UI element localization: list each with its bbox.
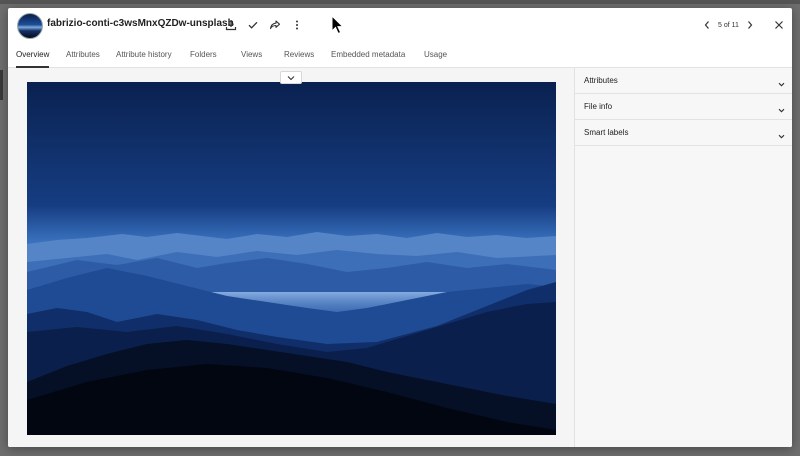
asset-detail-modal: fabrizio-conti-c3wsMnxQZDw-unsplash 5 of… bbox=[8, 8, 792, 447]
checkmark-icon[interactable] bbox=[243, 15, 263, 35]
tab-bar: Overview Attributes Attribute history Fo… bbox=[8, 42, 792, 68]
chevron-down-icon bbox=[287, 75, 295, 80]
panel-file-info[interactable]: File info bbox=[575, 94, 792, 120]
pager-count: 5 of 11 bbox=[718, 21, 739, 29]
share-icon[interactable] bbox=[265, 15, 285, 35]
modal-header: fabrizio-conti-c3wsMnxQZDw-unsplash 5 of… bbox=[8, 8, 792, 42]
panel-smart-labels[interactable]: Smart labels bbox=[575, 120, 792, 146]
more-vertical-icon[interactable] bbox=[287, 15, 307, 35]
tab-folders[interactable]: Folders bbox=[190, 42, 217, 67]
chevron-down-icon bbox=[777, 102, 786, 113]
asset-thumbnail bbox=[17, 13, 43, 39]
collapse-header-button[interactable] bbox=[280, 71, 302, 84]
panel-attributes[interactable]: Attributes bbox=[575, 68, 792, 94]
tab-reviews[interactable]: Reviews bbox=[284, 42, 314, 67]
details-sidebar: Attributes File info Smart labels bbox=[574, 68, 792, 447]
pager: 5 of 11 bbox=[700, 15, 757, 35]
chevron-down-icon bbox=[777, 128, 786, 139]
chevron-down-icon bbox=[777, 76, 786, 87]
close-icon[interactable] bbox=[770, 16, 788, 34]
panel-label: Smart labels bbox=[584, 128, 629, 137]
tab-attribute-history[interactable]: Attribute history bbox=[116, 42, 172, 67]
asset-preview-image bbox=[27, 82, 556, 435]
previous-icon[interactable] bbox=[700, 15, 714, 35]
tab-usage[interactable]: Usage bbox=[424, 42, 447, 67]
tab-views[interactable]: Views bbox=[241, 42, 262, 67]
next-icon[interactable] bbox=[743, 15, 757, 35]
panel-label: File info bbox=[584, 102, 613, 111]
tab-overview[interactable]: Overview bbox=[16, 42, 50, 68]
mouse-pointer-icon bbox=[331, 15, 345, 35]
image-viewer bbox=[8, 68, 574, 447]
backdrop bbox=[0, 0, 800, 4]
panel-label: Attributes bbox=[584, 76, 618, 85]
backdrop-edge bbox=[0, 70, 3, 100]
asset-title: fabrizio-conti-c3wsMnxQZDw-unsplash bbox=[47, 18, 234, 29]
tab-embedded-metadata[interactable]: Embedded metadata bbox=[331, 42, 405, 67]
tab-attributes[interactable]: Attributes bbox=[66, 42, 100, 67]
download-icon[interactable] bbox=[221, 15, 241, 35]
